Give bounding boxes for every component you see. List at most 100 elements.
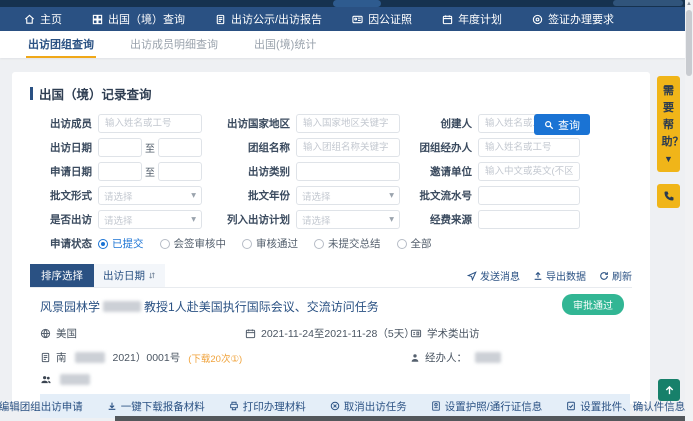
edit-application-button[interactable]: 编辑团组出访申请	[0, 399, 83, 414]
title-accent-bar	[30, 87, 33, 100]
radio-no-summary[interactable]: 未提交总结	[314, 236, 381, 251]
nav-item-visa-requirements[interactable]: 签证办理要求	[532, 11, 614, 27]
action-label: 一键下载报备材料	[121, 399, 205, 414]
radio-icon	[397, 239, 407, 249]
visit-date-to-input[interactable]	[158, 138, 202, 157]
nav-item-abroad-query[interactable]: 出国（境）查询	[92, 11, 185, 27]
tool-label: 发送消息	[480, 268, 520, 283]
document-icon	[40, 352, 51, 363]
radio-icon	[160, 239, 170, 249]
tab-label: 出访成员明细查询	[130, 36, 218, 52]
sort-select-button[interactable]: 排序选择	[30, 264, 94, 287]
record-country: 美国	[40, 326, 245, 341]
visit-date-from-input[interactable]	[98, 138, 142, 157]
apply-date-to-input[interactable]	[158, 162, 202, 181]
horizontal-scrollbar[interactable]	[0, 416, 685, 421]
record-dates: 2021-11-24至2021-11-28（5天）	[245, 326, 410, 341]
back-to-top-button[interactable]	[658, 379, 680, 401]
radio-countersign[interactable]: 会签审核中	[160, 236, 227, 251]
nav-item-report[interactable]: 出访公示/出访报告	[215, 11, 322, 27]
refresh-link[interactable]: 刷新	[599, 268, 632, 283]
is-visit-label: 是否出访	[30, 212, 92, 227]
user-icon	[410, 353, 420, 363]
export-data-link[interactable]: 导出数据	[533, 268, 586, 283]
redacted-doc	[75, 352, 105, 363]
radio-icon	[98, 239, 108, 249]
passport-icon	[431, 401, 441, 411]
tab-statistics[interactable]: 出国(境)统计	[252, 31, 318, 58]
action-label: 打印办理材料	[243, 399, 306, 414]
cancel-visit-button[interactable]: 取消出访任务	[330, 399, 407, 414]
agent-label: 经办人：	[425, 350, 467, 365]
member-label: 出访成员	[30, 116, 92, 131]
calendar-icon	[245, 328, 256, 339]
radio-label: 审核通过	[256, 236, 298, 251]
print-icon	[229, 401, 239, 411]
radio-icon	[242, 239, 252, 249]
help-widget-button[interactable]: 需要帮助？ ▼	[657, 76, 680, 172]
horizontal-scroll-thumb[interactable]	[115, 416, 685, 421]
set-passport-button[interactable]: 设置护照/通行证信息	[431, 399, 542, 414]
scroll-up-arrow[interactable]: ▲	[685, 1, 693, 7]
record-title-prefix: 风景园林学	[40, 298, 100, 315]
nav-item-official-photos[interactable]: 因公证照	[352, 11, 412, 27]
tab-member-detail-query[interactable]: 出访成员明细查询	[128, 31, 220, 58]
badge-icon	[532, 14, 543, 25]
nav-item-home[interactable]: 主页	[24, 11, 62, 27]
sort-arrows-icon	[148, 271, 156, 280]
category-input[interactable]	[296, 162, 400, 181]
download-materials-button[interactable]: 一键下载报备材料	[107, 399, 205, 414]
inviter-input[interactable]	[478, 162, 580, 181]
approval-year-select[interactable]: 请选择 ▾	[296, 186, 400, 205]
record-title-link[interactable]: 风景园林学 教授1人赴美国执行国际会议、交流访问任务	[40, 298, 630, 315]
radio-submitted[interactable]: 已提交	[98, 236, 144, 251]
apply-date-range: 至	[98, 162, 202, 181]
is-visit-select[interactable]: 请选择 ▾	[98, 210, 202, 229]
sort-field-visit-date[interactable]: 出访日期	[94, 264, 165, 287]
arrow-up-icon	[664, 385, 675, 396]
action-label: 设置护照/通行证信息	[445, 399, 542, 414]
country-input[interactable]	[296, 114, 400, 133]
users-icon	[40, 374, 52, 385]
approval-serial-input[interactable]	[478, 186, 580, 205]
grid-icon	[92, 14, 103, 25]
tab-label: 出访团组查询	[28, 36, 94, 52]
nav-item-annual-plan[interactable]: 年度计划	[442, 11, 502, 27]
approval-form-select[interactable]: 请选择 ▾	[98, 186, 202, 205]
tool-label: 刷新	[612, 268, 632, 283]
record-action-bar: 编辑团组出访申请 一键下载报备材料 打印办理材料 取消出访任务 设置护照/通行证…	[40, 394, 630, 418]
nav-label: 出访公示/出访报告	[231, 11, 322, 27]
filecheck-icon	[566, 401, 576, 411]
group-agent-input[interactable]	[478, 138, 580, 157]
redacted-name	[103, 301, 141, 312]
download-count-link[interactable]: (下载20次①)	[188, 351, 242, 365]
tab-group-query[interactable]: 出访团组查询	[26, 31, 96, 58]
vertical-scroll-thumb[interactable]	[686, 10, 692, 76]
page-title: 出国（境）记录查询	[30, 84, 632, 103]
radio-all[interactable]: 全部	[397, 236, 432, 251]
send-message-link[interactable]: 发送消息	[467, 268, 520, 283]
group-name-input[interactable]	[296, 138, 400, 157]
send-icon	[467, 271, 477, 281]
nav-label: 年度计划	[458, 11, 502, 27]
window-top-strip	[0, 0, 693, 7]
record-agent: 经办人：	[410, 350, 630, 365]
tab-label: 出国(境)统计	[254, 36, 316, 52]
phone-contact-button[interactable]	[657, 184, 680, 208]
apply-date-from-input[interactable]	[98, 162, 142, 181]
browser-tab-artifact	[333, 0, 381, 7]
member-input[interactable]	[98, 114, 202, 133]
fund-input[interactable]	[478, 210, 580, 229]
idcard-icon	[352, 14, 363, 25]
radio-approved[interactable]: 审核通过	[242, 236, 298, 251]
apply-date-label: 申请日期	[30, 164, 92, 179]
chevron-down-icon: ▾	[389, 214, 394, 225]
sub-tabbar: 出访团组查询 出访成员明细查询 出国(境)统计	[0, 31, 693, 58]
in-plan-select[interactable]: 请选择 ▾	[296, 210, 400, 229]
print-materials-button[interactable]: 打印办理材料	[229, 399, 306, 414]
page-title-text: 出国（境）记录查询	[39, 84, 152, 103]
search-button[interactable]: 查询	[534, 114, 590, 135]
redacted-agent	[475, 352, 501, 363]
vertical-scrollbar[interactable]: ▲	[685, 0, 693, 421]
sort-group: 排序选择 出访日期	[30, 264, 165, 287]
